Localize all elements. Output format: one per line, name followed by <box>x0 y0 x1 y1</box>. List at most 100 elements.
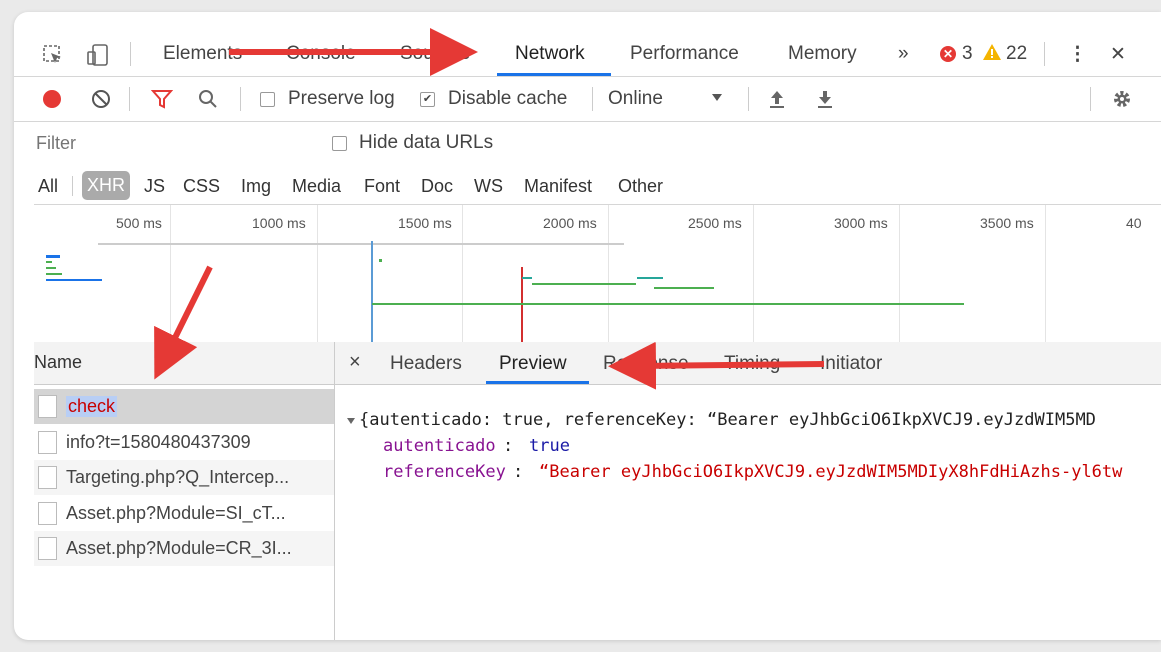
overview-bar <box>654 287 714 289</box>
request-name: Asset.php?Module=CR_3I... <box>66 538 292 558</box>
request-name: check <box>66 396 118 417</box>
expand-triangle-icon[interactable] <box>347 418 355 424</box>
name-column-header[interactable]: Name <box>34 342 334 385</box>
requests-panel: Name check info?t=1580480437309 Targetin… <box>34 342 335 640</box>
throttling-select[interactable]: Online <box>608 88 663 110</box>
tick-label: 1000 ms <box>252 215 306 231</box>
warning-count[interactable]: 22 <box>1006 43 1027 65</box>
overview-bar <box>532 283 636 285</box>
network-toolbar: Preserve log ✔ Disable cache Online <box>14 77 1161 122</box>
name-header-label: Name <box>34 352 83 372</box>
inspect-element-icon[interactable] <box>42 44 64 70</box>
active-detail-tab-indicator <box>486 381 589 384</box>
preview-colon: : <box>513 462 524 482</box>
filter-font[interactable]: Font <box>364 176 400 197</box>
request-name: Asset.php?Module=SI_cT... <box>66 503 286 523</box>
filter-xhr[interactable]: XHR <box>82 171 131 200</box>
filter-css[interactable]: CSS <box>183 176 220 197</box>
tick-label: 3000 ms <box>834 215 888 231</box>
filter-ws[interactable]: WS <box>474 176 503 197</box>
tab-headers[interactable]: Headers <box>390 353 462 375</box>
preview-value-referencekey: “Bearer eyJhbGciO6IkpXVCJ9.eyJzdWIM5MDIy… <box>539 462 1123 482</box>
request-row[interactable]: Asset.php?Module=CR_3I... <box>34 531 334 566</box>
export-har-icon[interactable] <box>816 89 834 114</box>
request-name: info?t=1580480437309 <box>66 432 251 452</box>
import-har-icon[interactable] <box>768 89 786 114</box>
error-icon: ✕ <box>940 46 956 62</box>
device-toolbar-icon[interactable] <box>86 43 110 71</box>
active-tab-indicator <box>497 73 611 76</box>
overview-bar <box>46 279 102 281</box>
warning-icon <box>982 43 1002 66</box>
more-tabs-button[interactable]: » <box>898 43 909 65</box>
preview-value-autenticado: true <box>529 436 570 456</box>
filter-input[interactable] <box>34 128 308 158</box>
tab-sources[interactable]: Sources <box>400 43 470 65</box>
request-row[interactable]: Targeting.php?Q_Intercep... <box>34 460 334 495</box>
tab-memory[interactable]: Memory <box>788 43 857 65</box>
request-row-check[interactable]: check <box>34 389 334 424</box>
network-overview-timeline[interactable]: 500 ms 1000 ms 1500 ms 2000 ms 2500 ms 3… <box>34 204 1161 343</box>
tab-preview[interactable]: Preview <box>499 353 567 375</box>
close-icon[interactable]: ✕ <box>1110 43 1126 66</box>
chevron-down-icon[interactable] <box>712 94 722 101</box>
overview-bar <box>46 273 62 275</box>
preserve-log-checkbox[interactable] <box>260 92 275 107</box>
overview-bar <box>98 243 624 245</box>
disable-cache-label: Disable cache <box>448 88 568 109</box>
tick-label: 1500 ms <box>398 215 452 231</box>
preview-summary[interactable]: {autenticado: true, referenceKey: “Beare… <box>359 410 1096 430</box>
overview-bar <box>522 277 532 279</box>
filter-all[interactable]: All <box>38 176 58 197</box>
clear-icon[interactable] <box>91 89 111 114</box>
close-details-icon[interactable]: × <box>349 351 361 374</box>
tick-label: 500 ms <box>116 215 162 231</box>
overview-bar <box>46 261 52 263</box>
menu-icon[interactable]: ⋮ <box>1068 43 1087 66</box>
overview-bar <box>46 255 60 258</box>
filter-doc[interactable]: Doc <box>421 176 453 197</box>
tab-performance[interactable]: Performance <box>630 43 739 65</box>
resource-type-filters: All XHR JS CSS Img Media Font Doc WS Man… <box>14 168 1161 204</box>
overview-bar <box>637 277 663 279</box>
tick-label: 2500 ms <box>688 215 742 231</box>
tab-initiator[interactable]: Initiator <box>820 353 882 375</box>
record-button[interactable] <box>43 90 61 108</box>
dom-content-loaded-line <box>371 241 373 342</box>
tick-label: 40 <box>1126 215 1142 231</box>
tick-label: 3500 ms <box>980 215 1034 231</box>
preserve-log-label: Preserve log <box>288 88 395 109</box>
details-tab-bar: × Headers Preview Response Timing Initia… <box>335 342 1161 385</box>
request-name: Targeting.php?Q_Intercep... <box>66 467 290 487</box>
filter-icon[interactable] <box>150 89 174 114</box>
hide-data-urls-label: Hide data URLs <box>359 132 494 153</box>
devtools-window: Elements Console Sources Network Perform… <box>14 12 1161 640</box>
tick-label: 2000 ms <box>543 215 597 231</box>
disable-cache-checkbox[interactable]: ✔ <box>420 92 435 107</box>
search-icon[interactable] <box>198 89 218 114</box>
tab-response[interactable]: Response <box>603 353 689 375</box>
request-row[interactable]: Asset.php?Module=SI_cT... <box>34 496 334 531</box>
filter-img[interactable]: Img <box>241 176 271 197</box>
request-details-panel: × Headers Preview Response Timing Initia… <box>335 342 1161 640</box>
overview-bar <box>379 259 382 262</box>
filter-manifest[interactable]: Manifest <box>524 176 592 197</box>
preview-colon: : <box>503 436 514 456</box>
hide-data-urls-checkbox[interactable] <box>332 136 347 151</box>
tab-timing[interactable]: Timing <box>724 353 780 375</box>
tab-network[interactable]: Network <box>515 43 585 65</box>
filter-js[interactable]: JS <box>144 176 165 197</box>
filter-media[interactable]: Media <box>292 176 341 197</box>
tab-console[interactable]: Console <box>286 43 356 65</box>
gear-icon[interactable] <box>1111 88 1133 115</box>
filter-other[interactable]: Other <box>618 176 663 197</box>
overview-bar <box>372 303 964 305</box>
filter-bar: Hide data URLs <box>14 122 1161 168</box>
tab-elements[interactable]: Elements <box>163 43 242 65</box>
overview-bar <box>46 267 56 269</box>
request-row[interactable]: info?t=1580480437309 <box>34 425 334 460</box>
preview-key-autenticado: autenticado <box>383 436 496 456</box>
devtools-main-toolbar: Elements Console Sources Network Perform… <box>14 32 1161 77</box>
preview-key-referencekey: referenceKey <box>383 462 506 482</box>
error-count[interactable]: 3 <box>962 43 973 65</box>
